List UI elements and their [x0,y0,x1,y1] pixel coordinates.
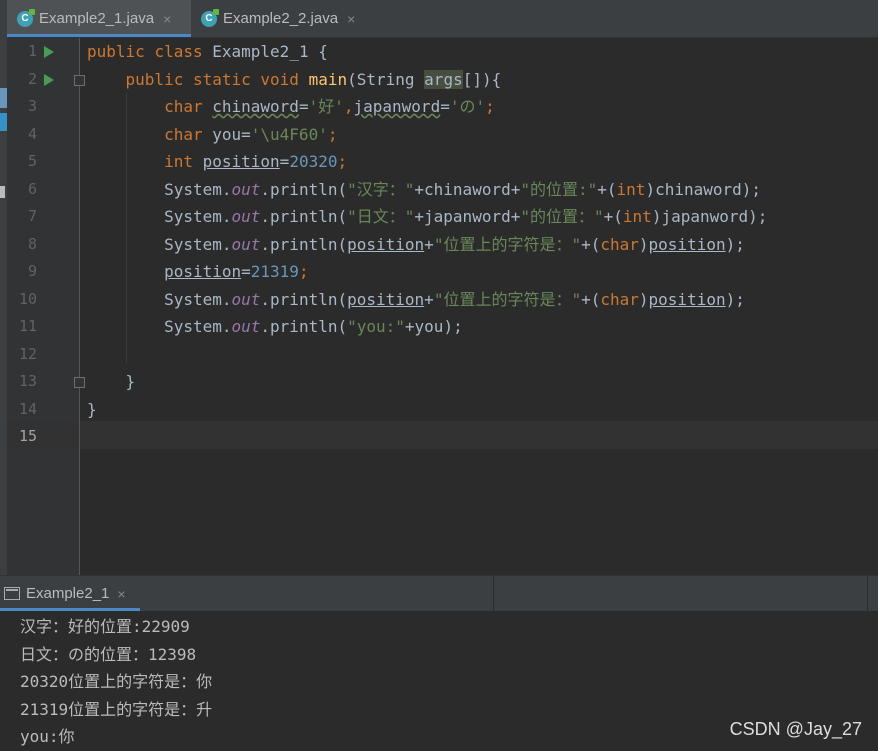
current-line-highlight [7,421,878,449]
line-number: 2 [27,69,37,88]
run-tool-window-header: Example2_1 × [0,575,878,612]
run-icon[interactable] [44,73,54,86]
code-line-5: int position=20320; [164,152,348,171]
editor-gutter: 1 2 3 4 5 6 7 8 9 10 11 12 13 14 15 [7,38,85,575]
console-icon [4,587,20,600]
fold-icon[interactable] [74,74,85,86]
code-line-11: System.out.println("you:"+you); [164,317,463,336]
tab-example2-1[interactable]: C Example2_1.java × [7,0,191,37]
console-line: 21319位置上的字符是：升 [20,699,213,719]
code-line-14: } [87,399,97,419]
code-line-10: System.out.println(position+"位置上的字符是："+(… [164,289,745,309]
console-line: 日文：の的位置：12398 [20,644,197,664]
line-number: 1 [27,42,37,60]
close-icon[interactable]: × [163,11,171,27]
line-number: 5 [27,152,37,170]
line-number: 4 [27,124,37,143]
tab-label: Example2_1.java [39,10,155,27]
line-number: 14 [18,399,37,418]
code-line-2: public static void main(String args[]){ [125,69,502,89]
code-line-6: System.out.println("汉字："+chinaword+"的位置:… [164,179,762,199]
console-line: 20320位置上的字符是：你 [20,672,213,691]
code-line-8: System.out.println(position+"位置上的字符是："+(… [164,234,745,254]
line-number: 6 [27,179,37,198]
code-line-9: position=21319; [164,262,309,281]
close-icon[interactable]: × [117,586,125,602]
line-number: 3 [27,97,37,115]
tab-label: Example2_2.java [223,10,339,27]
tab-example2-2[interactable]: C Example2_2.java × [191,0,371,37]
tool-marker [0,88,7,108]
line-number: 13 [18,372,37,390]
line-number: 8 [27,234,37,253]
run-tab-label: Example2_1 [26,585,110,602]
code-line-4: char you='\u4F60'; [164,124,338,144]
close-icon[interactable]: × [347,11,355,27]
console-line: you:你 [20,727,75,746]
code-line-7: System.out.println("日文："+japanword+"的位置：… [164,207,768,226]
run-icon[interactable] [44,46,54,58]
divider [867,576,868,611]
left-tool-strip [0,0,7,575]
console-line: 汉字：好的位置:22909 [20,617,190,636]
code-editor[interactable]: 1 2 3 4 5 6 7 8 9 10 11 12 13 14 15 publ… [7,38,878,575]
code-line-3: char chinaword='好',japanword='の'; [164,97,495,116]
editor-tab-bar: C Example2_1.java × C Example2_2.java × [7,0,878,38]
java-class-icon: C [17,8,35,27]
code-line-13: } [125,372,136,391]
code-line-1: public class Example2_1 { [87,42,328,61]
line-number: 12 [18,344,37,363]
line-number: 10 [18,289,37,308]
line-number: 11 [18,317,37,335]
run-tab-example2-1[interactable]: Example2_1 × [0,576,140,611]
watermark: CSDN @Jay_27 [729,719,862,739]
tool-marker [0,113,7,131]
tool-marker [0,186,5,198]
divider [493,576,494,611]
line-number: 9 [27,262,37,280]
java-class-icon: C [201,8,219,27]
line-number: 7 [27,207,37,225]
fold-icon[interactable] [74,377,85,388]
line-number: 15 [18,427,37,445]
